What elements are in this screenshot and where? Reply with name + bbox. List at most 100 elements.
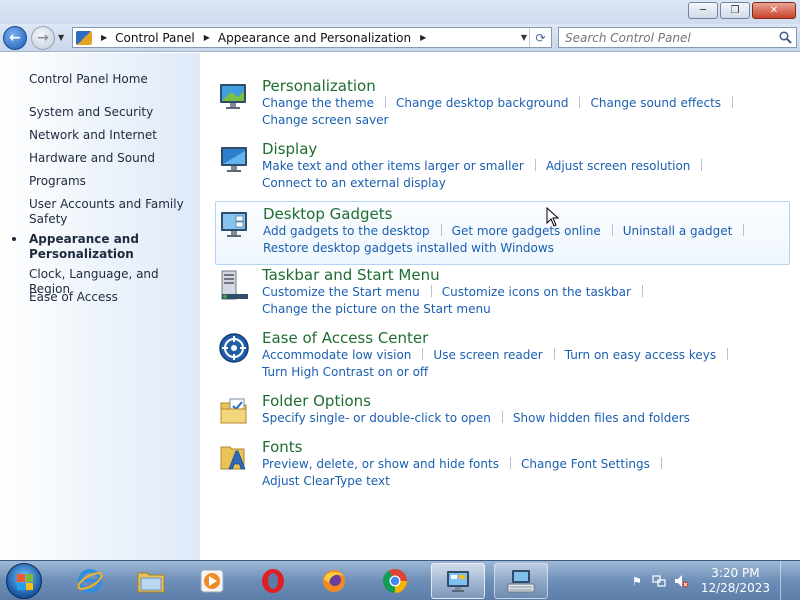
taskbar-chrome[interactable] [368, 563, 422, 599]
address-dropdown-icon[interactable]: ▼ [521, 33, 527, 42]
accommodate-low-vision-link[interactable]: Accommodate low vision [262, 347, 411, 364]
link-separator [422, 348, 424, 360]
refresh-button[interactable]: ⟳ [529, 28, 551, 47]
restore-gadgets-link[interactable]: Restore desktop gadgets installed with W… [263, 240, 554, 257]
recent-pages-dropdown[interactable]: ▼ [58, 33, 64, 42]
taskbar-keyboard-app[interactable] [494, 563, 548, 599]
display-tasks: Make text and other items larger or smal… [262, 158, 782, 192]
sidebar-item-ease-of-access[interactable]: Ease of Access [29, 290, 194, 305]
breadcrumb-separator-icon[interactable]: ▶ [101, 33, 107, 42]
title-bar: ─ ❐ ✕ [0, 0, 800, 24]
category-folder-options: Folder Options Specify single- or double… [215, 392, 790, 432]
change-theme-link[interactable]: Change the theme [262, 95, 374, 112]
change-sound-effects-link[interactable]: Change sound effects [590, 95, 721, 112]
breadcrumb-control-panel[interactable]: Control Panel [115, 31, 195, 45]
refresh-icon: ⟳ [535, 30, 546, 45]
sidebar-item-appearance-and-personalization[interactable]: Appearance and Personalization [29, 232, 194, 262]
use-screen-reader-link[interactable]: Use screen reader [433, 347, 542, 364]
taskbar-file-explorer[interactable] [124, 563, 178, 599]
folder-options-title[interactable]: Folder Options [262, 392, 371, 410]
fonts-tasks: Preview, delete, or show and hide fonts C… [262, 456, 782, 490]
forward-button[interactable]: → [31, 26, 55, 50]
sidebar-item-system-and-security[interactable]: System and Security [29, 105, 194, 120]
taskbar-media-player[interactable] [185, 563, 239, 599]
show-hidden-files-link[interactable]: Show hidden files and folders [513, 410, 690, 427]
taskbar-control-panel[interactable] [431, 563, 485, 599]
back-button[interactable]: ← [3, 26, 27, 50]
clock-date: 12/28/2023 [700, 581, 770, 595]
category-fonts: Fonts Preview, delete, or show and hide … [215, 438, 790, 488]
link-separator [553, 348, 555, 360]
control-panel-icon [447, 571, 469, 592]
address-bar[interactable]: ▶ Control Panel ▶ Appearance and Persona… [72, 27, 552, 48]
search-box [558, 27, 797, 48]
easy-access-keys-link[interactable]: Turn on easy access keys [565, 347, 716, 364]
keyboard-app-icon [507, 570, 535, 593]
link-separator [727, 348, 729, 360]
navigation-bar: ← → ▼ ▶ Control Panel ▶ Appearance and P… [0, 24, 800, 52]
preview-fonts-link[interactable]: Preview, delete, or show and hide fonts [262, 456, 499, 473]
get-more-gadgets-link[interactable]: Get more gadgets online [452, 223, 601, 240]
single-double-click-link[interactable]: Specify single- or double-click to open [262, 410, 491, 427]
action-center-flag-icon[interactable]: ⚑ [629, 573, 645, 589]
system-tray: ⚑ 3:20 PM 12/28/2023 [629, 561, 792, 600]
taskbar-internet-explorer[interactable] [63, 563, 117, 599]
change-desktop-background-link[interactable]: Change desktop background [396, 95, 568, 112]
change-font-settings-link[interactable]: Change Font Settings [521, 456, 650, 473]
desktop-gadgets-title[interactable]: Desktop Gadgets [263, 205, 392, 223]
category-taskbar-start-menu: Taskbar and Start Menu Customize the Sta… [215, 266, 790, 322]
minimize-button[interactable]: ─ [688, 2, 718, 19]
category-ease-of-access-center: Ease of Access Center Accommodate low vi… [215, 329, 790, 385]
adjust-screen-resolution-link[interactable]: Adjust screen resolution [546, 158, 691, 175]
ease-of-access-tasks: Accommodate low vision Use screen reader T… [262, 347, 782, 381]
search-input[interactable] [559, 28, 769, 47]
show-desktop-button[interactable] [780, 561, 792, 600]
customize-taskbar-icons-link[interactable]: Customize icons on the taskbar [442, 284, 631, 301]
add-gadgets-link[interactable]: Add gadgets to the desktop [263, 223, 430, 240]
taskbar-icon [221, 270, 248, 300]
sidebar-item-hardware-and-sound[interactable]: Hardware and Sound [29, 151, 194, 166]
high-contrast-link[interactable]: Turn High Contrast on or off [262, 364, 428, 381]
clock-time: 3:20 PM [711, 566, 760, 580]
link-separator [534, 159, 536, 171]
clock[interactable]: 3:20 PM 12/28/2023 [701, 566, 770, 596]
adjust-cleartype-link[interactable]: Adjust ClearType text [262, 473, 390, 490]
personalization-tasks: Change the theme Change desktop backgroun… [262, 95, 782, 129]
file-explorer-icon [137, 572, 165, 593]
firefox-icon [323, 570, 345, 592]
sidebar-item-user-accounts[interactable]: User Accounts and Family Safety [29, 197, 194, 227]
taskbar-firefox[interactable] [307, 563, 361, 599]
fonts-icon [220, 446, 246, 470]
close-button[interactable]: ✕ [752, 2, 796, 19]
folder-options-tasks: Specify single- or double-click to open S… [262, 410, 782, 427]
opera-icon [262, 569, 284, 593]
link-separator [501, 411, 503, 423]
uninstall-gadget-link[interactable]: Uninstall a gadget [623, 223, 733, 240]
maximize-button[interactable]: ❐ [720, 2, 750, 19]
make-text-larger-link[interactable]: Make text and other items larger or smal… [262, 158, 524, 175]
ease-of-access-center-title[interactable]: Ease of Access Center [262, 329, 428, 347]
connect-external-display-link[interactable]: Connect to an external display [262, 175, 446, 192]
breadcrumb-separator-icon[interactable]: ▶ [420, 33, 426, 42]
link-separator [579, 96, 581, 108]
start-button[interactable] [6, 563, 42, 599]
sidebar-item-programs[interactable]: Programs [29, 174, 194, 189]
search-icon[interactable] [779, 31, 792, 44]
change-start-menu-picture-link[interactable]: Change the picture on the Start menu [262, 301, 491, 318]
breadcrumb-separator-icon[interactable]: ▶ [204, 33, 210, 42]
window-controls: ─ ❐ ✕ [688, 2, 796, 19]
network-icon[interactable] [651, 573, 667, 589]
volume-muted-icon[interactable] [673, 573, 689, 589]
change-screen-saver-link[interactable]: Change screen saver [262, 112, 389, 129]
chrome-icon [383, 569, 407, 593]
personalization-title[interactable]: Personalization [262, 77, 376, 95]
sidebar-item-network-and-internet[interactable]: Network and Internet [29, 128, 194, 143]
customize-start-menu-link[interactable]: Customize the Start menu [262, 284, 420, 301]
control-panel-home-link[interactable]: Control Panel Home [29, 72, 194, 87]
breadcrumb-appearance[interactable]: Appearance and Personalization [218, 31, 411, 45]
fonts-title[interactable]: Fonts [262, 438, 302, 456]
taskbar-opera[interactable] [246, 563, 300, 599]
taskbar-start-menu-title[interactable]: Taskbar and Start Menu [262, 266, 440, 284]
forward-arrow-icon: → [37, 30, 49, 46]
display-title[interactable]: Display [262, 140, 317, 158]
